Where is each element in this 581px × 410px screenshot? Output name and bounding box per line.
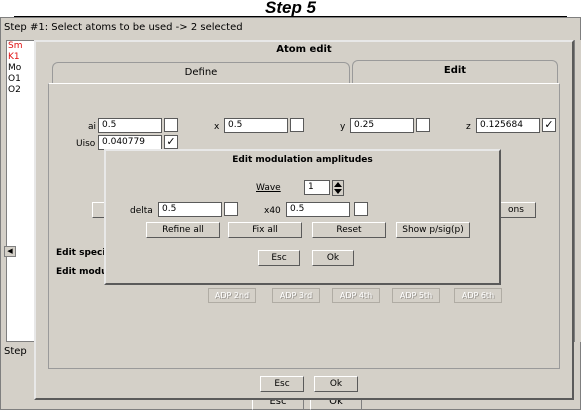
delta-refine-checkbox[interactable] [224, 202, 238, 216]
x40-label: x40 [264, 206, 281, 216]
tab-define[interactable]: Define [52, 62, 350, 84]
atom-edit-ok-button[interactable]: Ok [314, 376, 358, 392]
main-right-panel [574, 40, 581, 342]
refine-all-button[interactable]: Refine all [146, 222, 220, 238]
x-label: x [214, 122, 220, 132]
z-refine-checkbox[interactable]: ✓ [542, 118, 556, 132]
modulation-dialog: Edit modulation amplitudes Wave 1 delta … [104, 149, 501, 285]
atom-list-item[interactable]: O1 [7, 74, 35, 85]
atom-list-item[interactable]: K1 [7, 52, 35, 63]
x40-field[interactable]: 0.5 [286, 202, 350, 217]
main-step-text: Step #1: Select atoms to be used -> 2 se… [4, 22, 243, 33]
fix-all-button[interactable]: Fix all [228, 222, 302, 238]
scroll-left-arrow-icon[interactable]: ◀ [4, 246, 16, 257]
uiso-label: Uiso [76, 139, 96, 149]
step-caption: Step 5 [264, 0, 317, 16]
tab-edit[interactable]: Edit [352, 60, 558, 84]
x-field[interactable]: 0.5 [224, 118, 288, 133]
z-field[interactable]: 0.125684 [476, 118, 540, 133]
edit-special-section: Edit speci [56, 248, 106, 258]
modulation-esc-button[interactable]: Esc [258, 250, 300, 266]
y-label: y [340, 122, 346, 132]
delta-field[interactable]: 0.5 [158, 202, 222, 217]
show-psig-button[interactable]: Show p/sig(p) [396, 222, 470, 238]
atom-edit-title: Atom edit [276, 44, 332, 55]
ai-refine-checkbox[interactable] [164, 118, 178, 132]
edit-modulation-section: Edit modu [56, 267, 108, 277]
atom-list[interactable]: Sm K1 Mo O1 O2 [6, 40, 36, 342]
z-label: z [466, 122, 471, 132]
atom-list-item[interactable]: Sm [7, 41, 35, 52]
atom-list-item[interactable]: O2 [7, 85, 35, 96]
modulation-ok-button[interactable]: Ok [312, 250, 354, 266]
wave-spinner[interactable] [332, 180, 344, 196]
adp-4th-button[interactable]: ADP 4th [332, 288, 380, 303]
atom-edit-esc-button[interactable]: Esc [260, 376, 304, 392]
adp-5th-button[interactable]: ADP 5th [392, 288, 440, 303]
spin-up-icon[interactable] [334, 182, 342, 187]
wave-label: Wave [256, 183, 281, 193]
modulation-title: Edit modulation amplitudes [232, 155, 373, 165]
delta-label: delta [130, 206, 153, 216]
uiso-field[interactable]: 0.040779 [98, 135, 162, 150]
wave-field[interactable]: 1 [304, 180, 330, 195]
main-step-text-2: Step [4, 346, 27, 357]
uiso-refine-checkbox[interactable]: ✓ [164, 135, 178, 149]
ai-field[interactable]: 0.5 [98, 118, 162, 133]
reset-button[interactable]: Reset [312, 222, 386, 238]
x-refine-checkbox[interactable] [290, 118, 304, 132]
ai-label: ai [88, 122, 97, 132]
x40-refine-checkbox[interactable] [354, 202, 368, 216]
y-field[interactable]: 0.25 [350, 118, 414, 133]
y-refine-checkbox[interactable] [416, 118, 430, 132]
adp-3rd-button[interactable]: ADP 3rd [272, 288, 320, 303]
adp-2nd-button[interactable]: ADP 2nd [208, 288, 256, 303]
adp-6th-button[interactable]: ADP 6th [454, 288, 502, 303]
spin-down-icon[interactable] [334, 189, 342, 194]
atom-list-item[interactable]: Mo [7, 63, 35, 74]
options-button[interactable]: ons [496, 202, 536, 218]
